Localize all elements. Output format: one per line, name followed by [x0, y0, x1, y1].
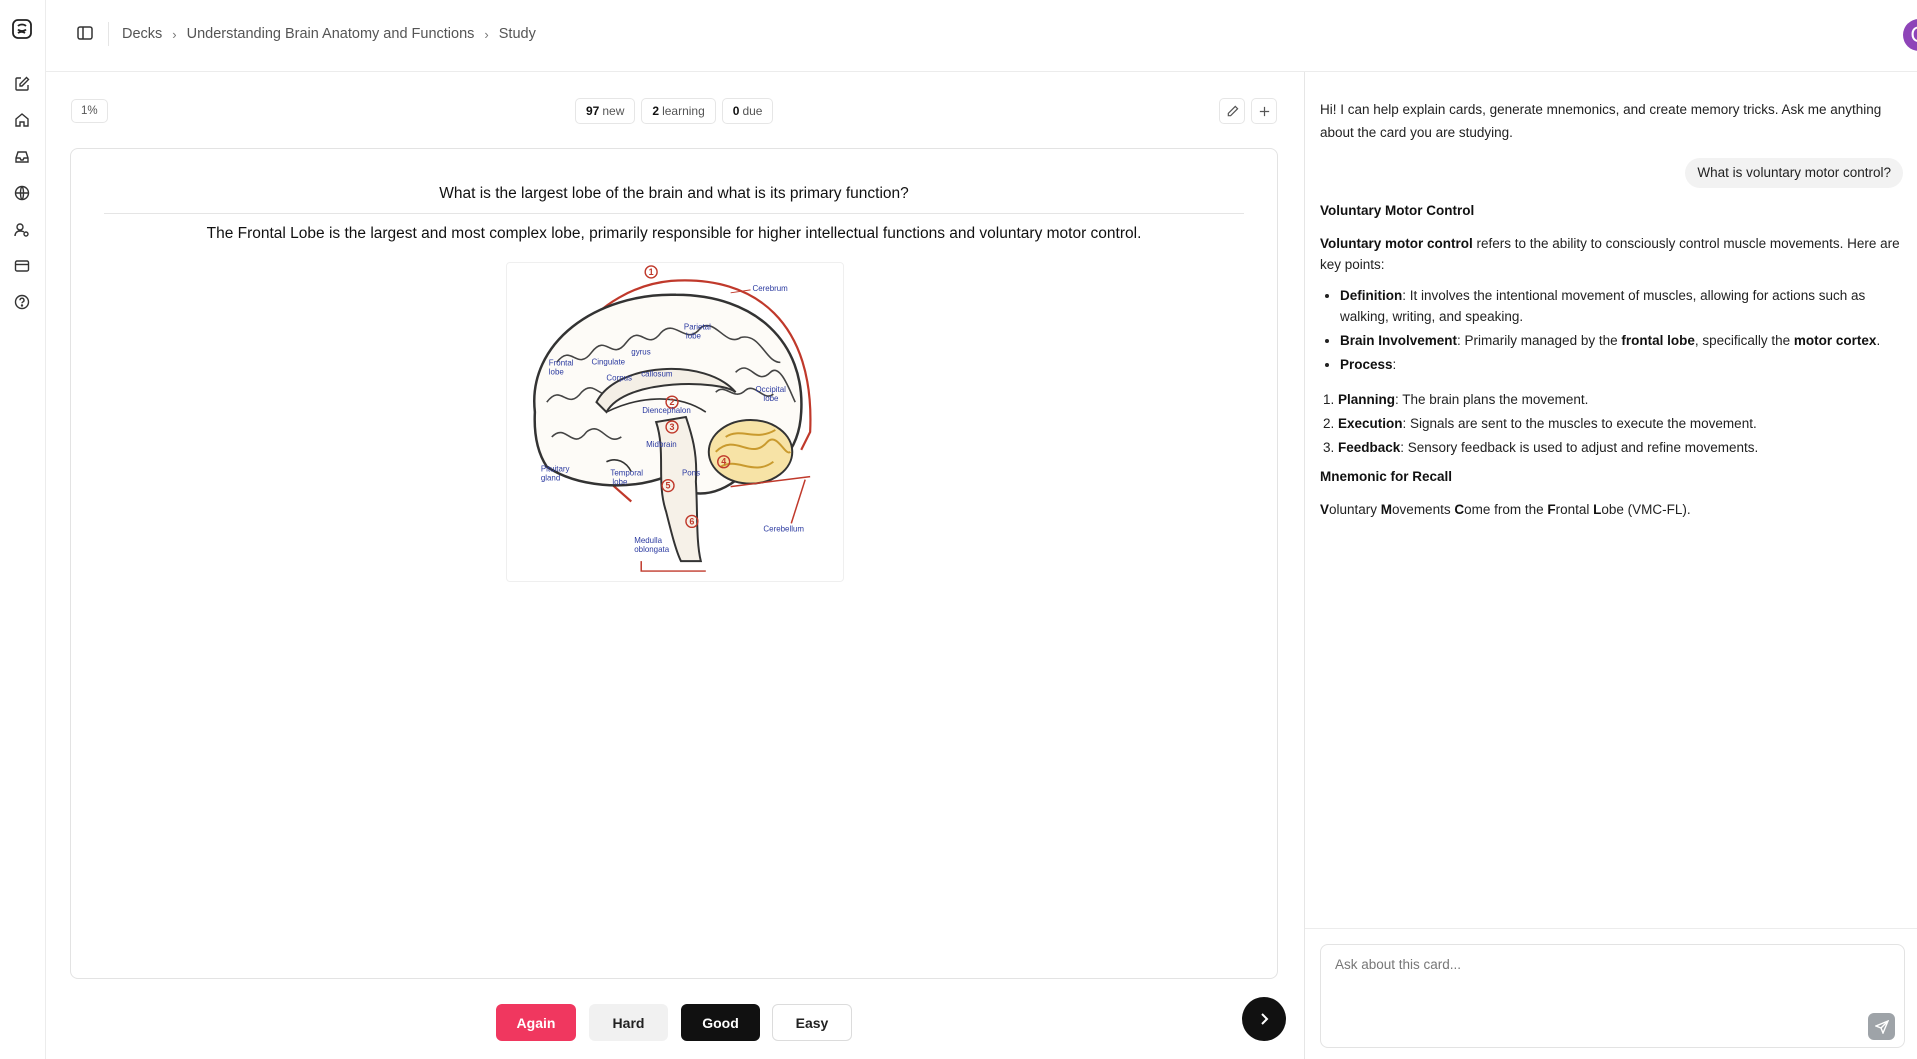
breadcrumb-decks[interactable]: Decks	[122, 26, 162, 42]
assistant-intro-message: Hi! I can help explain cards, generate m…	[1320, 102, 1882, 140]
good-button[interactable]: Good	[681, 1004, 760, 1041]
plus-icon	[1259, 106, 1269, 116]
user-message: What is voluntary motor control?	[1685, 158, 1903, 188]
flashcard: What is the largest lobe of the brain an…	[70, 148, 1278, 979]
icon-rail	[0, 0, 46, 1059]
label-cerebellum: Cerebellum	[763, 524, 804, 533]
new-count-badge: 97 new	[575, 98, 636, 124]
card-answer: The Frontal Lobe is the largest and most…	[206, 225, 1142, 242]
due-count-badge: 0 due	[721, 98, 774, 124]
learning-count-badge: 2 learning	[641, 98, 716, 124]
list-item: Feedback: Sensory feedback is used to ad…	[1338, 437, 1905, 458]
breadcrumb-deck-name[interactable]: Understanding Brain Anatomy and Function…	[187, 26, 475, 42]
sidebar-toggle-icon[interactable]	[76, 24, 96, 44]
send-icon	[1874, 1019, 1889, 1034]
help-icon[interactable]	[10, 290, 34, 314]
label-pituitary-gland: gland	[541, 474, 560, 483]
breadcrumb: Decks › Understanding Brain Anatomy and …	[122, 26, 536, 42]
marker-4: 4	[721, 457, 726, 467]
chevron-right-icon: ›	[172, 26, 177, 42]
label-midbrain: Midbrain	[646, 440, 676, 449]
inbox-icon[interactable]	[10, 145, 34, 169]
marker-5: 5	[666, 481, 671, 491]
assistant-response: Voluntary Motor Control Voluntary motor …	[1320, 200, 1905, 530]
list-item: Brain Involvement: Primarily managed by …	[1340, 330, 1905, 351]
avatar[interactable]: O	[1903, 19, 1917, 51]
label-parietal: Parietal	[684, 323, 711, 332]
card-counts: 97 new 2 learning 0 due	[575, 98, 774, 124]
next-card-button[interactable]	[1242, 997, 1286, 1041]
user-settings-icon[interactable]	[10, 218, 34, 242]
list-item: Definition: It involves the intentional …	[1340, 285, 1905, 327]
easy-button[interactable]: Easy	[772, 1004, 852, 1041]
add-card-button[interactable]	[1251, 98, 1277, 124]
chevron-right-icon	[1261, 1013, 1269, 1025]
chat-input[interactable]	[1335, 957, 1855, 997]
card-icon[interactable]	[10, 254, 34, 278]
divider	[104, 213, 1244, 214]
send-button[interactable]	[1868, 1013, 1895, 1040]
pencil-icon	[1227, 105, 1238, 116]
label-diencephalon: Diencephalon	[642, 406, 691, 415]
marker-1: 1	[649, 267, 654, 277]
list-item: Planning: The brain plans the movement.	[1338, 389, 1905, 410]
label-parietal-lobe: lobe	[686, 332, 702, 341]
progress-badge: 1%	[71, 99, 108, 123]
divider	[1305, 928, 1917, 929]
marker-6: 6	[689, 516, 694, 526]
response-steps: Planning: The brain plans the movement. …	[1338, 389, 1905, 458]
response-heading: Voluntary Motor Control	[1320, 203, 1475, 218]
list-item: Execution: Signals are sent to the muscl…	[1338, 413, 1905, 434]
label-gyrus: gyrus	[631, 347, 650, 356]
hard-button[interactable]: Hard	[589, 1004, 668, 1041]
globe-icon[interactable]	[10, 181, 34, 205]
chevron-right-icon: ›	[484, 26, 489, 42]
top-bar: Decks › Understanding Brain Anatomy and …	[46, 0, 1917, 72]
marker-3: 3	[670, 422, 675, 432]
label-occipital-lobe: lobe	[763, 394, 779, 403]
chat-input-box	[1320, 944, 1905, 1048]
again-button[interactable]: Again	[496, 1004, 576, 1041]
label-corpus: Corpus	[606, 373, 632, 382]
label-cingulate: Cingulate	[592, 357, 626, 366]
card-question: What is the largest lobe of the brain an…	[439, 185, 909, 202]
label-frontal: Frontal	[549, 358, 574, 367]
label-temporal: Temporal	[610, 469, 643, 478]
ai-chat-panel: Hi! I can help explain cards, generate m…	[1304, 72, 1917, 1059]
label-medulla-oblongata: oblongata	[634, 545, 669, 554]
response-intro: Voluntary motor control refers to the ab…	[1320, 236, 1900, 272]
label-pituitary: Pituitary	[541, 465, 570, 474]
label-callosum: callosum	[641, 369, 673, 378]
mnemonic-text: Voluntary Movements Come from the Fronta…	[1320, 502, 1691, 517]
label-pons: Pons	[682, 469, 700, 478]
brain-diagram: 1 2 3 4 5 6 Cerebrum Parietal lobe Front…	[506, 262, 844, 582]
label-cerebrum: Cerebrum	[753, 284, 789, 293]
response-bullets: Definition: It involves the intentional …	[1340, 285, 1905, 375]
home-icon[interactable]	[10, 108, 34, 132]
breadcrumb-current: Study	[498, 26, 536, 42]
divider	[108, 22, 109, 46]
label-medulla: Medulla	[634, 536, 662, 545]
edit-icon[interactable]	[10, 72, 34, 96]
edit-card-button[interactable]	[1219, 98, 1245, 124]
label-frontal-lobe: lobe	[549, 367, 565, 376]
label-temporal-lobe: lobe	[612, 478, 628, 487]
label-occipital: Occipital	[755, 385, 786, 394]
logo-icon[interactable]	[9, 16, 35, 42]
mnemonic-heading: Mnemonic for Recall	[1320, 469, 1453, 484]
list-item: Process:	[1340, 354, 1905, 375]
